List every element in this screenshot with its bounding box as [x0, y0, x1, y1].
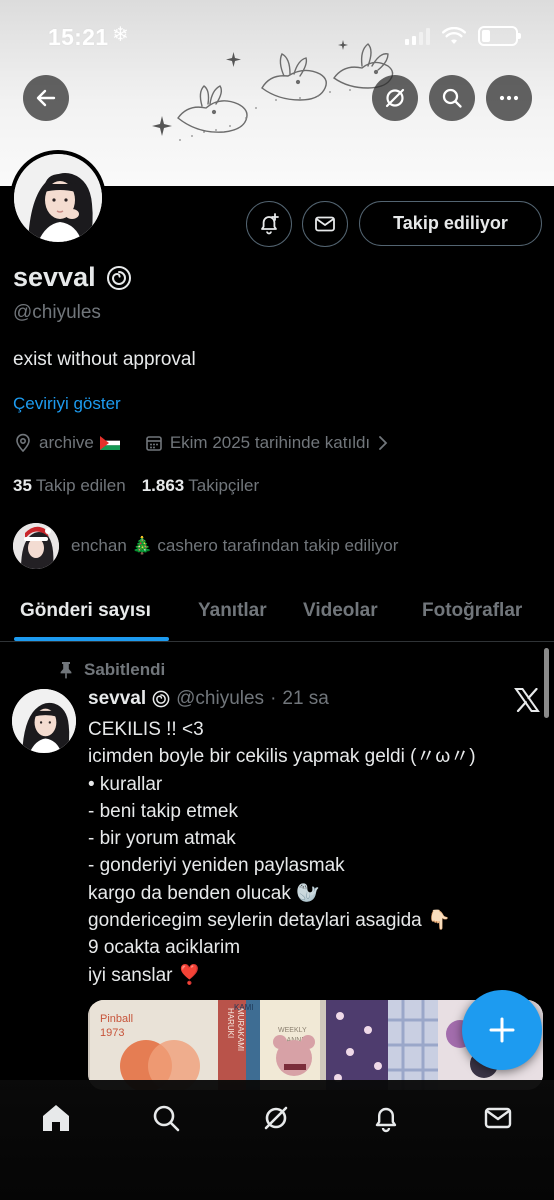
display-name: sevval — [13, 262, 96, 292]
tweet-header: sevval @chiyules · 21 sa — [88, 688, 329, 710]
more-horizontal-icon — [499, 95, 519, 101]
mail-icon — [315, 216, 335, 232]
tweet-line: - gonderiyi yeniden paylasmak — [88, 855, 345, 877]
followers-stat[interactable]: 1.863 Takipçiler — [142, 476, 259, 496]
followers-label: Takipçiler — [188, 476, 260, 495]
pinned-label: Sabitlendi — [84, 660, 166, 679]
more-button[interactable] — [486, 75, 532, 121]
battery-icon — [478, 26, 521, 46]
back-button[interactable] — [23, 75, 69, 121]
tab-replies[interactable]: Yanıtlar — [198, 600, 267, 622]
status-time: 15:21 — [48, 24, 109, 50]
tweet-author-name[interactable]: sevval — [88, 688, 146, 710]
tweet-author-handle[interactable]: @chiyules — [176, 688, 264, 710]
tab-videos[interactable]: Videolar — [303, 600, 378, 622]
profile-bio: exist without approval — [13, 349, 196, 370]
message-button[interactable] — [302, 201, 348, 247]
avatar-photo — [14, 154, 102, 242]
tweet-line: kargo da benden olucak 🦭 — [88, 882, 320, 904]
wifi-icon — [442, 27, 466, 44]
followers-count: 1.863 — [141, 476, 185, 495]
tweet-text: CEKILIS !! <3 icimden boyle bir cekilis … — [88, 716, 476, 989]
search-button[interactable] — [429, 75, 475, 121]
show-translation-link[interactable]: Çeviriyi göster — [13, 394, 121, 414]
cellular-signal-icon — [405, 27, 430, 45]
joined-text: Ekim 2025 tarihinde katıldı — [169, 433, 371, 452]
profile-avatar[interactable] — [10, 150, 106, 246]
profile-joined[interactable]: Ekim 2025 tarihinde katıldı — [144, 433, 390, 453]
compose-button[interactable] — [462, 990, 542, 1070]
media-text: MURAKAMI — [236, 1008, 245, 1051]
arrow-left-icon — [36, 89, 56, 107]
profile-location: archive — [13, 433, 120, 453]
tab-posts[interactable]: Gönderi sayısı — [20, 600, 151, 622]
location-pin-icon — [16, 433, 30, 453]
pinned-indicator: Sabitlendi — [58, 660, 165, 680]
follow-stats: 35 Takip edilen 1.863 Takipçiler — [13, 476, 259, 496]
active-tab-indicator — [14, 637, 169, 641]
spiral-badge-icon — [106, 265, 131, 290]
home-icon — [43, 1105, 69, 1131]
following-stat[interactable]: 35 Takip edilen — [13, 476, 126, 496]
tweet-line: gondericegim seylerin detaylari asagida … — [88, 910, 451, 932]
media-text: HARUKI — [226, 1008, 235, 1038]
messages-icon — [484, 1107, 512, 1129]
profile-handle: @chiyules — [13, 302, 101, 323]
x-logo-icon[interactable] — [514, 687, 540, 719]
calendar-icon — [146, 436, 162, 451]
slash-circle-icon — [385, 88, 405, 108]
followed-by-avatar — [13, 523, 59, 569]
tweet-time[interactable]: 21 sa — [282, 688, 328, 710]
notify-button[interactable] — [246, 201, 292, 247]
followed-by-text: enchan 🎄 cashero tarafından takip ediliy… — [71, 536, 399, 555]
nav-home[interactable] — [36, 1098, 76, 1138]
grok-button[interactable] — [372, 75, 418, 121]
nav-notifications[interactable] — [366, 1098, 406, 1138]
plus-icon — [489, 1017, 515, 1043]
flag-icon — [99, 436, 120, 450]
tweet-line: iyi sanslar ❣️ — [88, 964, 202, 986]
followed-by-row[interactable]: enchan 🎄 cashero tarafından takip ediliy… — [13, 523, 398, 569]
snowflake-icon: ❄ — [112, 24, 129, 46]
spiral-badge-icon — [152, 690, 170, 708]
profile-name-row: sevval — [13, 262, 132, 293]
bottom-navigation — [0, 1080, 554, 1200]
profile-tabs: Gönderi sayısı Yanıtlar Videolar Fotoğra… — [0, 584, 554, 642]
nav-grok[interactable] — [256, 1098, 296, 1138]
media-text: KAMI — [234, 1003, 254, 1012]
status-bar: 15:21 ❄ — [0, 20, 554, 54]
nav-messages[interactable] — [478, 1098, 518, 1138]
tweet-line: - beni takip etmek — [88, 800, 238, 822]
media-text: 1973 — [100, 1027, 124, 1039]
following-label: Takip edilen — [35, 476, 126, 495]
media-text: Pinball — [100, 1013, 133, 1025]
media-text: WEEKLY — [278, 1027, 307, 1034]
grok-icon — [264, 1106, 288, 1130]
search-icon — [153, 1105, 180, 1132]
nav-search[interactable] — [146, 1098, 186, 1138]
tweet-line: - bir yorum atmak — [88, 828, 236, 850]
tweet-line: icimden boyle bir cekilis yapmak geldi (… — [88, 746, 476, 768]
notifications-icon — [375, 1107, 397, 1133]
tab-photos[interactable]: Fotoğraflar — [422, 600, 522, 622]
location-text: archive — [39, 433, 94, 452]
tweet-separator: · — [270, 688, 277, 709]
following-button[interactable]: Takip ediliyor — [359, 201, 542, 246]
bell-plus-icon — [261, 213, 279, 235]
profile-meta: archive Ekim 2025 tarihinde katıldı — [13, 433, 390, 453]
tweet-author-avatar[interactable] — [12, 689, 76, 753]
tweet-line: • kurallar — [88, 773, 163, 795]
following-count: 35 — [13, 476, 32, 495]
tweet-line: CEKILIS !! <3 — [88, 719, 204, 740]
pin-icon — [60, 662, 72, 679]
tweet-line: 9 ocakta aciklarim — [88, 937, 241, 959]
scrollbar[interactable] — [544, 648, 549, 718]
chevron-right-icon — [379, 436, 388, 450]
search-icon — [442, 88, 462, 108]
